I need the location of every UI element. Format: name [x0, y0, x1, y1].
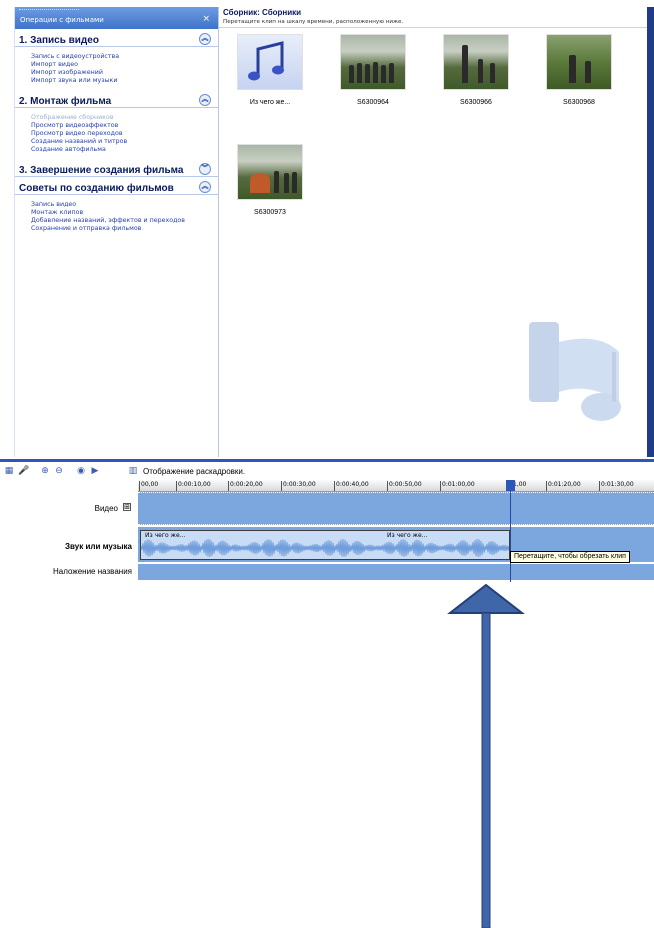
clip-photo[interactable]: S6300973 [236, 144, 304, 216]
task-links: Запись с видеоустройства Импорт видео Импо… [15, 47, 218, 90]
up-arrow-annotation [447, 583, 525, 928]
timeline-ruler[interactable]: 00,00 0:00:10,00 0:00:20,00 0:00:30,00 0… [138, 480, 654, 492]
show-storyboard-link[interactable]: Отображение раскадровки. [143, 467, 245, 476]
clip-photo[interactable]: S6300964 [339, 34, 407, 106]
storyboard-icon[interactable]: ▥ [128, 466, 138, 476]
clip-caption: Из чего же... [249, 99, 291, 106]
rewind-icon[interactable]: ◉ [76, 466, 86, 476]
task-link[interactable]: Создание названий и титров [31, 138, 218, 146]
clip-photo[interactable]: S6300966 [442, 34, 510, 106]
task-section-title: 2. Монтаж фильма [19, 96, 112, 107]
task-sections: 1. Запись видео ︽ Запись с видеоустройства… [15, 29, 218, 238]
chevron-up-icon[interactable]: ︽ [199, 181, 211, 193]
collection-divider [219, 27, 647, 28]
narrate-icon[interactable]: 🎤 [18, 466, 29, 476]
collection-area: Сборник: Сборники Перетащите клип на шка… [219, 7, 647, 457]
expand-track-icon[interactable]: ⊞ [123, 503, 131, 511]
video-track-label: Видео [94, 504, 118, 513]
chevron-up-icon[interactable]: ︽ [199, 94, 211, 106]
ruler-tick: 00,00 [138, 481, 159, 491]
audio-clip[interactable]: Из чего же... Из чего же... [140, 530, 510, 560]
task-link[interactable]: Монтаж клипов [31, 209, 218, 217]
movie-maker-watermark-icon [529, 322, 621, 421]
task-section: 2. Монтаж фильма ︽ Отображение сборников Пр… [15, 90, 218, 159]
play-icon[interactable]: ▶ [90, 466, 100, 476]
task-link[interactable]: Просмотр видео переходов [31, 130, 218, 138]
task-link[interactable]: Запись видео [31, 201, 218, 209]
task-section-title: Советы по созданию фильмов [19, 183, 174, 194]
ruler-tick: 0:00:40,00 [334, 481, 369, 491]
ruler-tick: 1,00 [510, 481, 527, 491]
task-link[interactable]: Импорт звука или музыки [31, 77, 218, 85]
task-section-title: 3. Завершение создания фильма [19, 165, 184, 176]
audio-track-label: Звук или музыка [65, 542, 132, 551]
clip-caption: S6300964 [357, 99, 389, 106]
playhead-handle[interactable] [506, 480, 515, 491]
photo-thumbnail [546, 34, 612, 90]
track-labels: Видео Звук или музыка Наложение названия [0, 492, 138, 582]
task-section: 3. Завершение создания фильма ︾ [15, 159, 218, 177]
task-link[interactable]: Запись с видеоустройства [31, 53, 218, 61]
ruler-tick: 0:00:50,00 [387, 481, 422, 491]
window-edge [647, 7, 654, 457]
zoom-out-icon[interactable]: ⊖ [54, 466, 64, 476]
collection-instructions: Перетащите клип на шкалу времени, распол… [223, 19, 404, 25]
task-link[interactable]: Добавление названий, эффектов и переходо… [31, 217, 218, 225]
task-section-header[interactable]: Советы по созданию фильмов ︽ [15, 177, 218, 195]
clip-caption: S6300968 [563, 99, 595, 106]
task-section-header[interactable]: 1. Запись видео ︽ [15, 29, 218, 47]
task-link[interactable]: Сохранение и отправка фильмов [31, 225, 218, 233]
task-links: Отображение сборников Просмотр видеоэффек… [15, 108, 218, 159]
collection-title: Сборник: Сборники [223, 8, 302, 17]
audio-waveform [141, 538, 509, 558]
playhead-line [510, 480, 511, 582]
task-link: Отображение сборников [31, 114, 114, 121]
title-overlay-track-label: Наложение названия [53, 567, 132, 576]
task-pane-title: Операции с фильмами [20, 16, 104, 24]
task-link[interactable]: Импорт изображений [31, 69, 218, 77]
timeline-top-border [0, 459, 654, 462]
video-track[interactable] [138, 492, 654, 525]
music-note-icon [237, 34, 303, 90]
photo-thumbnail [340, 34, 406, 90]
ruler-tick: 0:01:30,00 [599, 481, 634, 491]
storyboard-toggle-icon[interactable]: ▦ [4, 466, 14, 476]
title-overlay-track[interactable] [138, 564, 654, 580]
header-dots-decoration [19, 9, 79, 12]
zoom-in-icon[interactable]: ⊕ [40, 466, 50, 476]
ruler-tick: 0:00:20,00 [228, 481, 263, 491]
trim-tooltip: Перетащите, чтобы обрезать клип [510, 551, 630, 563]
photo-thumbnail [443, 34, 509, 90]
task-link[interactable]: Импорт видео [31, 61, 218, 69]
timeline-toolbar: ▦ 🎤 ⊕ ⊖ ◉ ▶ ▥ Отображение раскадровки. [0, 463, 654, 480]
task-pane: Операции с фильмами × 1. Запись видео ︽ За… [14, 7, 218, 457]
clip-music[interactable]: Из чего же... [236, 34, 304, 106]
task-links: Запись видео Монтаж клипов Добавление назв… [15, 195, 218, 238]
clip-caption: S6300973 [254, 209, 286, 216]
task-pane-header: Операции с фильмами × [15, 7, 218, 29]
ruler-tick: 0:01:20,00 [546, 481, 581, 491]
task-section-header[interactable]: 2. Монтаж фильма ︽ [15, 90, 218, 108]
ruler-tick: 0:00:10,00 [176, 481, 211, 491]
task-section: Советы по созданию фильмов ︽ Запись видео М… [15, 177, 218, 238]
clip-photo[interactable]: S6300968 [545, 34, 613, 106]
task-link[interactable]: Просмотр видеоэффектов [31, 122, 218, 130]
clip-caption: S6300966 [460, 99, 492, 106]
ruler-tick: 0:00:30,00 [281, 481, 316, 491]
task-link[interactable]: Создание автофильма [31, 146, 218, 154]
ruler-tick: 0:01:00,00 [440, 481, 475, 491]
close-task-pane-button[interactable]: × [202, 14, 210, 24]
chevron-down-icon[interactable]: ︾ [199, 163, 211, 175]
photo-thumbnail [237, 144, 303, 200]
task-section-title: 1. Запись видео [19, 35, 99, 46]
task-section-header[interactable]: 3. Завершение создания фильма ︾ [15, 159, 218, 177]
task-section: 1. Запись видео ︽ Запись с видеоустройства… [15, 29, 218, 90]
chevron-up-icon[interactable]: ︽ [199, 33, 211, 45]
